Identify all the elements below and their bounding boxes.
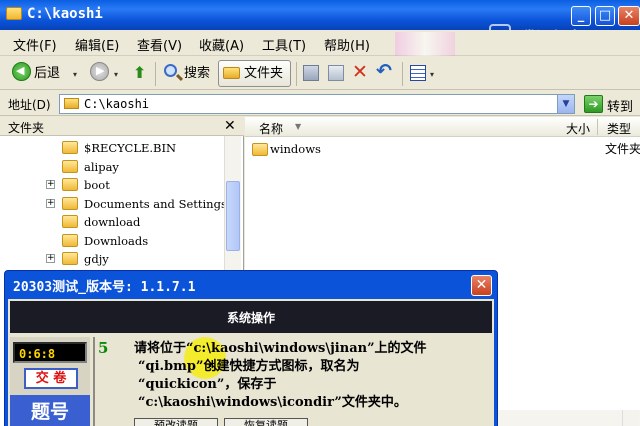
search-icon[interactable] — [164, 64, 177, 77]
question-number-label[interactable]: 题号 — [10, 395, 90, 426]
address-dropdown-icon[interactable]: ▼ — [557, 95, 574, 113]
tree-item[interactable]: + boot — [0, 176, 222, 194]
scrollbar-thumb[interactable] — [226, 181, 240, 251]
toolbar-divider — [296, 62, 297, 86]
folder-icon — [62, 252, 78, 265]
undo-icon[interactable]: ↶ — [376, 60, 392, 82]
countdown-timer: 0:6:8 — [13, 342, 87, 363]
folder-icon — [62, 196, 78, 210]
tree-item[interactable]: $RECYCLE.BIN — [0, 139, 222, 157]
status-area — [498, 410, 640, 426]
question-line: “qi.bmp”创建快捷方式图标，取名为 — [138, 359, 360, 374]
views-icon[interactable] — [410, 65, 426, 81]
views-dropdown-icon[interactable]: ▾ — [430, 70, 434, 79]
tree-item[interactable]: alipay — [0, 158, 222, 176]
close-pane-icon[interactable]: ✕ — [224, 118, 236, 134]
go-button[interactable]: 转到 — [607, 96, 633, 115]
search-button[interactable]: 搜索 — [184, 60, 210, 87]
menu-edit[interactable]: 编辑(E) — [75, 35, 119, 54]
column-name[interactable]: 名称 — [259, 120, 283, 137]
folder-tree-header: 文件夹 ✕ — [0, 117, 244, 136]
tree-item-label[interactable]: alipay — [84, 160, 119, 174]
go-arrow-icon[interactable]: ➔ — [584, 95, 603, 113]
submit-exam-button[interactable]: 交 卷 — [24, 368, 78, 389]
tree-item-label[interactable]: Documents and Settings — [84, 197, 227, 211]
toolbar-divider — [155, 62, 156, 86]
folder-icon — [64, 98, 79, 109]
toolbar-divider — [402, 62, 403, 86]
folder-tree-title: 文件夹 — [8, 121, 45, 135]
question-number: 5 — [98, 339, 109, 357]
menu-tools[interactable]: 工具(T) — [262, 35, 306, 54]
forward-dropdown-icon[interactable]: ▾ — [114, 70, 118, 79]
folder-icon[interactable] — [252, 143, 268, 156]
tree-item-label[interactable]: $RECYCLE.BIN — [84, 141, 176, 155]
toolbar: 后退 ▾ ▾ ⬆ 搜索 文件夹 ✕ ↶ ▾ — [0, 57, 640, 90]
maximize-button[interactable]: □ — [595, 6, 615, 26]
tree-item[interactable]: download — [0, 213, 222, 231]
question-text: 请将位于“c:\kaoshi\windows\jinan”上的文件 “qi.bm… — [134, 340, 484, 412]
close-button[interactable]: ✕ — [618, 6, 640, 26]
reread-button[interactable]: 预改读题 — [134, 418, 218, 426]
dialog-close-button[interactable]: ✕ — [471, 275, 492, 296]
dialog-header: 系统操作 — [10, 301, 492, 333]
tree-item[interactable]: + gdjy — [0, 250, 222, 268]
question-line: “quickicon”，保存于 — [138, 377, 277, 392]
dialog-header-label: 系统操作 — [226, 311, 275, 325]
back-arrow-icon[interactable] — [12, 62, 31, 81]
folder-icon — [62, 141, 78, 154]
address-value[interactable]: C:\kaoshi — [84, 97, 149, 111]
folder-icon — [62, 178, 78, 191]
folders-label[interactable]: 文件夹 — [244, 60, 283, 87]
address-input[interactable]: C:\kaoshi ▼ — [59, 94, 575, 114]
forward-arrow-icon[interactable] — [90, 62, 109, 81]
expand-icon[interactable]: + — [46, 254, 55, 263]
folders-icon[interactable] — [223, 67, 240, 79]
folder-icon — [62, 159, 78, 173]
column-type[interactable]: 类型 — [607, 120, 631, 137]
address-bar: 地址(D) C:\kaoshi ▼ ➔ 转到 — [0, 91, 640, 116]
restore-button[interactable]: 恢复读题 — [224, 418, 308, 426]
column-header: 名称 ▼ 大小 类型 — [245, 117, 640, 137]
back-dropdown-icon[interactable]: ▾ — [73, 70, 77, 79]
address-label: 地址(D) — [8, 98, 51, 112]
folder-icon — [62, 215, 78, 228]
column-divider[interactable] — [597, 119, 598, 135]
minimize-button[interactable]: _ — [571, 6, 591, 26]
tree-item-label[interactable]: download — [84, 215, 140, 229]
tree-item-label[interactable]: gdjy — [84, 252, 109, 266]
up-folder-icon[interactable]: ⬆ — [133, 63, 150, 82]
question-line: “c:\kaoshi\windows\icondir”文件夹中。 — [138, 395, 407, 410]
menu-help[interactable]: 帮助(H) — [324, 35, 370, 54]
menu-file[interactable]: 文件(F) — [13, 35, 57, 54]
expand-icon[interactable]: + — [46, 180, 55, 189]
window-title: C:\kaoshi — [27, 6, 103, 22]
sort-arrow-icon: ▼ — [295, 122, 302, 131]
menu-view[interactable]: 查看(V) — [137, 35, 182, 54]
tree-item-label[interactable]: boot — [84, 178, 110, 192]
menu-bar: 文件(F) 编辑(E) 查看(V) 收藏(A) 工具(T) 帮助(H) — [0, 30, 640, 56]
tree-item[interactable]: Downloads — [0, 232, 222, 250]
exam-dialog: 20303测试_版本号: 1.1.7.1 ✕ 系统操作 0:6:8 交 卷 题号… — [4, 270, 498, 426]
tree-item-label[interactable]: Downloads — [84, 234, 148, 248]
move-to-icon[interactable] — [303, 65, 319, 81]
folder-icon — [6, 7, 22, 20]
delete-icon[interactable]: ✕ — [352, 61, 368, 83]
file-item-name[interactable]: windows — [270, 142, 321, 156]
copy-to-icon[interactable] — [328, 65, 344, 81]
screen-artifact — [395, 32, 455, 56]
panel-divider — [93, 337, 95, 426]
tree-item[interactable]: + Documents and Settings — [0, 195, 227, 213]
expand-icon[interactable]: + — [46, 198, 55, 208]
question-line: 请将位于“c:\kaoshi\windows\jinan”上的文件 — [134, 341, 427, 356]
column-size[interactable]: 大小 — [566, 120, 590, 137]
dialog-title: 20303测试_版本号: 1.1.7.1 — [13, 280, 196, 295]
file-item-type: 文件夹 — [605, 142, 640, 156]
exam-side-panel: 0:6:8 交 卷 题号 — [10, 337, 90, 426]
back-button[interactable]: 后退 — [34, 60, 60, 87]
folder-icon — [62, 233, 78, 247]
file-list-scrollbar[interactable] — [622, 410, 639, 426]
menu-favorites[interactable]: 收藏(A) — [199, 35, 244, 54]
dialog-body: 系统操作 0:6:8 交 卷 题号 5 ↖ 请将位于“c:\kaoshi\win… — [8, 299, 494, 426]
